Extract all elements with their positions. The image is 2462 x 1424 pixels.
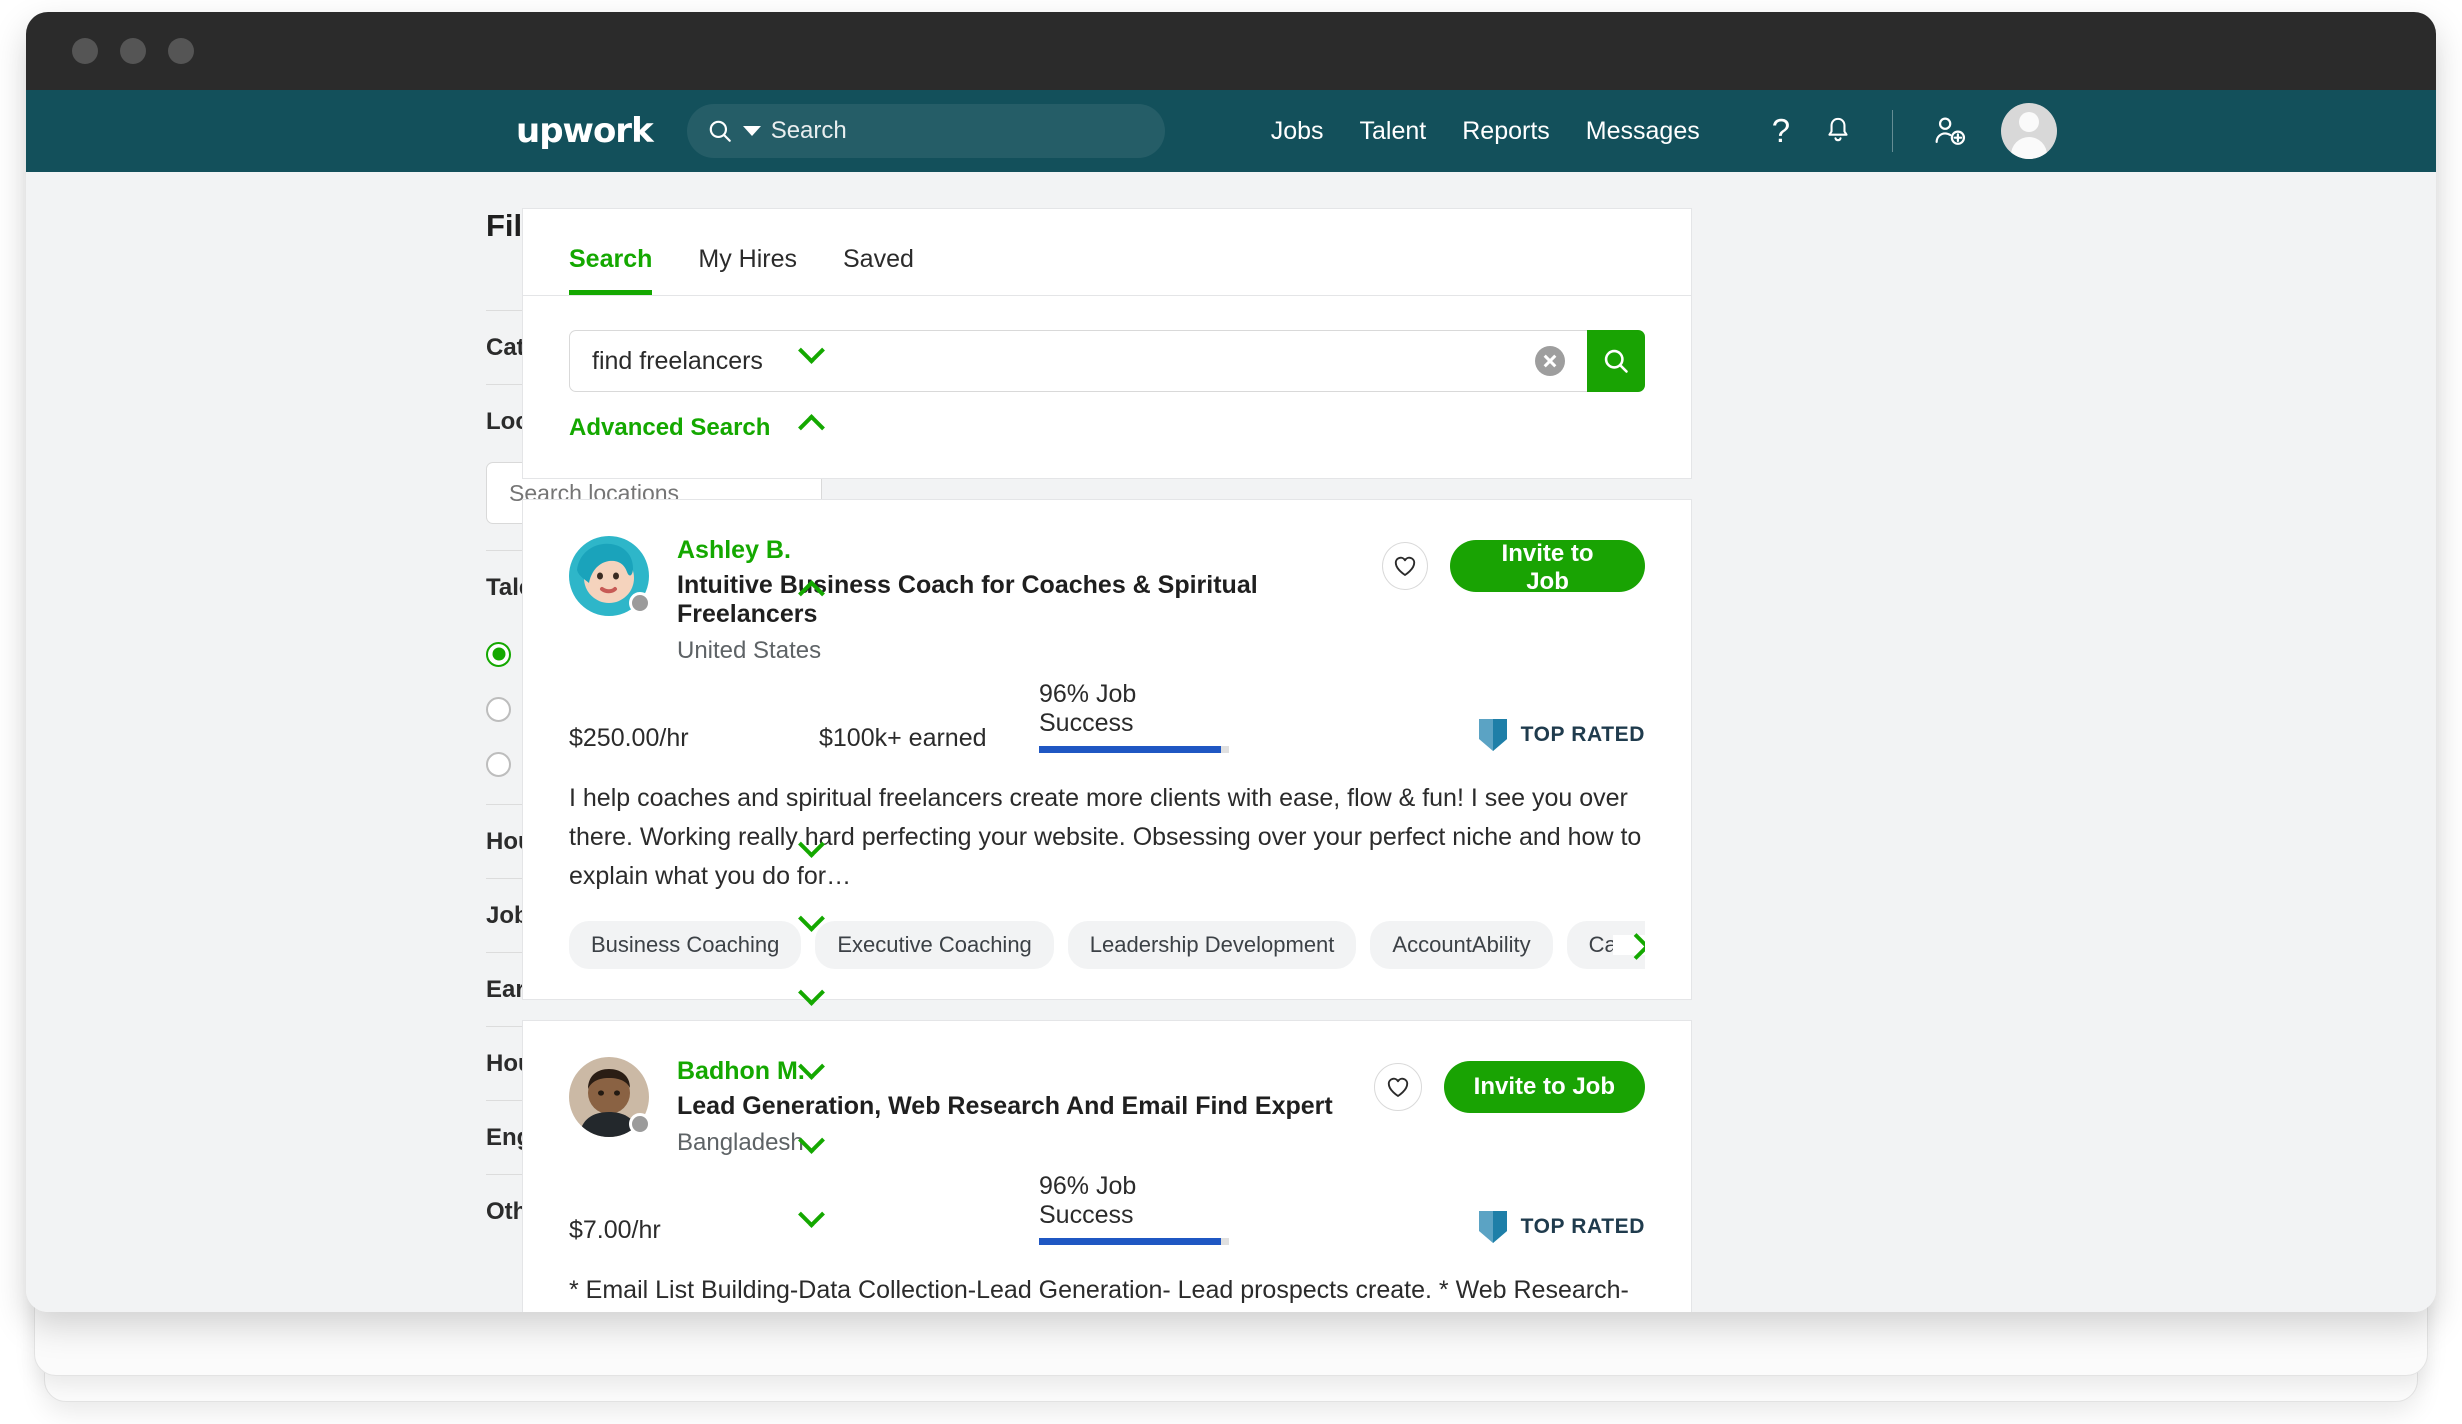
job-success-label: 96% Job Success [1039, 1172, 1137, 1230]
clear-icon[interactable] [1535, 346, 1565, 376]
nav-item-jobs[interactable]: Jobs [1271, 117, 1324, 146]
filter-sidebar: Filter By Category Location Talent Type [26, 208, 822, 1312]
freelancer-actions: Invite to Job [1373, 1057, 1645, 1114]
search-card: Search My Hires Saved find freelancers A… [522, 208, 1692, 479]
search-row: find freelancers [523, 296, 1691, 392]
freelancer-actions: Invite to Job [1382, 536, 1645, 595]
freelancer-location: United States [677, 637, 822, 664]
window-titlebar [26, 12, 2436, 90]
top-rated-shield-icon [1478, 719, 1507, 751]
nav-links: Jobs Talent Reports Messages [1271, 117, 1700, 146]
skill-tag[interactable]: Executive Coaching [815, 921, 1054, 970]
nav-item-messages[interactable]: Messages [1586, 117, 1700, 146]
radio-icon[interactable] [486, 751, 511, 777]
job-success-bar [1039, 1238, 1229, 1246]
skill-tag[interactable]: Leadership Development [1067, 921, 1357, 970]
freelancer-header: Ashley B. Intuitive Business Coach for C… [569, 536, 1645, 665]
tab-search[interactable]: Search [569, 245, 653, 295]
freelancer-stats: $250.00/hr $100k+ earned 96% Job Success [569, 680, 1645, 753]
nav-item-reports[interactable]: Reports [1462, 117, 1550, 146]
freelancer-identity: Ashley B. Intuitive Business Coach for C… [677, 536, 1382, 665]
status-dot-offline [629, 592, 651, 614]
job-success-bar [1039, 746, 1229, 753]
freelancer-card: Ashley B. Intuitive Business Coach for C… [522, 499, 1692, 1001]
chevron-down-icon[interactable] [800, 1053, 822, 1075]
job-success-label: 96% Job Success [1039, 680, 1137, 737]
freelancer-location: Bangladesh [677, 1129, 804, 1157]
save-freelancer-button[interactable] [1373, 1063, 1422, 1112]
freelancer-name[interactable]: Badhon M. [677, 1057, 1333, 1086]
badge-label: TOP RATED [1520, 1215, 1645, 1239]
skill-tag[interactable]: Business Coaching [569, 921, 802, 970]
job-success-fill [1039, 1238, 1222, 1246]
maximize-button[interactable] [168, 38, 194, 64]
freelancer-title: Lead Generation, Web Research And Email … [677, 1092, 1333, 1121]
search-results-panel: Search My Hires Saved find freelancers A… [522, 208, 1692, 1312]
avatar[interactable] [2001, 103, 2058, 159]
freelancer-header: Badhon M. Lead Generation, Web Research … [569, 1057, 1645, 1157]
job-success-meter: 96% Job Success [1039, 1172, 1229, 1246]
freelancer-name[interactable]: Ashley B. [677, 536, 1382, 565]
tab-saved[interactable]: Saved [843, 245, 914, 295]
upwork-logo[interactable]: upwork [516, 111, 654, 151]
save-freelancer-button[interactable] [1382, 542, 1429, 590]
skill-tags-next-button[interactable] [1613, 935, 1645, 956]
search-input-value: find freelancers [592, 346, 763, 375]
status-dot-offline [629, 1113, 651, 1136]
top-navbar: upwork Search Jobs Talent Reports Messag… [26, 90, 2436, 172]
freelancer-identity: Badhon M. Lead Generation, Web Research … [677, 1057, 1333, 1157]
heart-icon [1387, 1078, 1408, 1098]
hourly-rate: $250.00/hr [569, 724, 689, 752]
chevron-right-icon [1625, 935, 1645, 955]
radio-icon[interactable] [486, 696, 511, 722]
nav-divider [1892, 110, 1894, 152]
add-user-icon[interactable] [1933, 115, 1967, 147]
search-button[interactable] [1587, 330, 1645, 392]
chevron-down-icon[interactable] [800, 979, 822, 1001]
freelancer-title: Intuitive Business Coach for Coaches & S… [677, 571, 1258, 628]
skill-tag[interactable]: AccountAbility [1370, 921, 1553, 970]
heart-icon [1394, 556, 1416, 576]
search-icon [1604, 349, 1628, 373]
freelancer-description: * Email List Building-Data Collection-Le… [569, 1276, 1629, 1305]
avatar[interactable] [569, 536, 651, 616]
freelancer-card: Badhon M. Lead Generation, Web Research … [522, 1020, 1692, 1312]
hourly-rate: $7.00/hr [569, 1216, 661, 1245]
radio-icon-selected[interactable] [486, 641, 511, 667]
status-badge: TOP RATED [1477, 717, 1645, 753]
chevron-down-icon[interactable] [800, 1127, 822, 1149]
skill-tag-list: Business Coaching Executive Coaching Lea… [569, 921, 1645, 970]
page-body: Filter By Category Location Talent Type [26, 172, 2436, 1312]
chevron-down-icon[interactable] [742, 126, 761, 136]
search-input[interactable]: find freelancers [569, 330, 1587, 392]
minimize-button[interactable] [120, 38, 146, 64]
advanced-search-link[interactable]: Advanced Search [523, 392, 1691, 478]
freelancer-stats: $7.00/hr 96% Job Success TOP RATED [569, 1172, 1645, 1246]
chevron-down-icon[interactable] [800, 831, 822, 853]
badge-label: TOP RATED [1520, 723, 1645, 746]
freelancer-description: I help coaches and spiritual freelancers… [569, 784, 1642, 890]
chevron-up-icon[interactable] [800, 577, 822, 599]
chevron-down-icon[interactable] [800, 337, 822, 359]
tab-bar: Search My Hires Saved [523, 209, 1691, 296]
invite-to-job-button[interactable]: Invite to Job [1443, 1061, 1645, 1114]
job-success-fill [1039, 746, 1222, 753]
tab-my-hires[interactable]: My Hires [698, 245, 797, 295]
global-search-bar[interactable]: Search [686, 104, 1165, 158]
browser-window: upwork Search Jobs Talent Reports Messag… [26, 12, 2436, 1312]
nav-icon-group: ? [1772, 103, 2058, 159]
job-success-meter: 96% Job Success [1039, 680, 1229, 753]
nav-item-talent[interactable]: Talent [1360, 117, 1427, 146]
global-search-placeholder: Search [770, 117, 847, 144]
help-icon[interactable]: ? [1772, 112, 1790, 150]
status-badge: TOP RATED [1477, 1209, 1645, 1245]
total-earned: $100k+ earned [819, 724, 987, 752]
invite-to-job-button[interactable]: Invite to Job [1450, 540, 1645, 595]
search-icon [709, 120, 731, 142]
top-rated-shield-icon [1478, 1211, 1507, 1244]
close-button[interactable] [72, 38, 98, 64]
chevron-up-icon[interactable] [800, 411, 822, 433]
avatar[interactable] [569, 1057, 651, 1138]
bell-icon[interactable] [1824, 116, 1852, 146]
